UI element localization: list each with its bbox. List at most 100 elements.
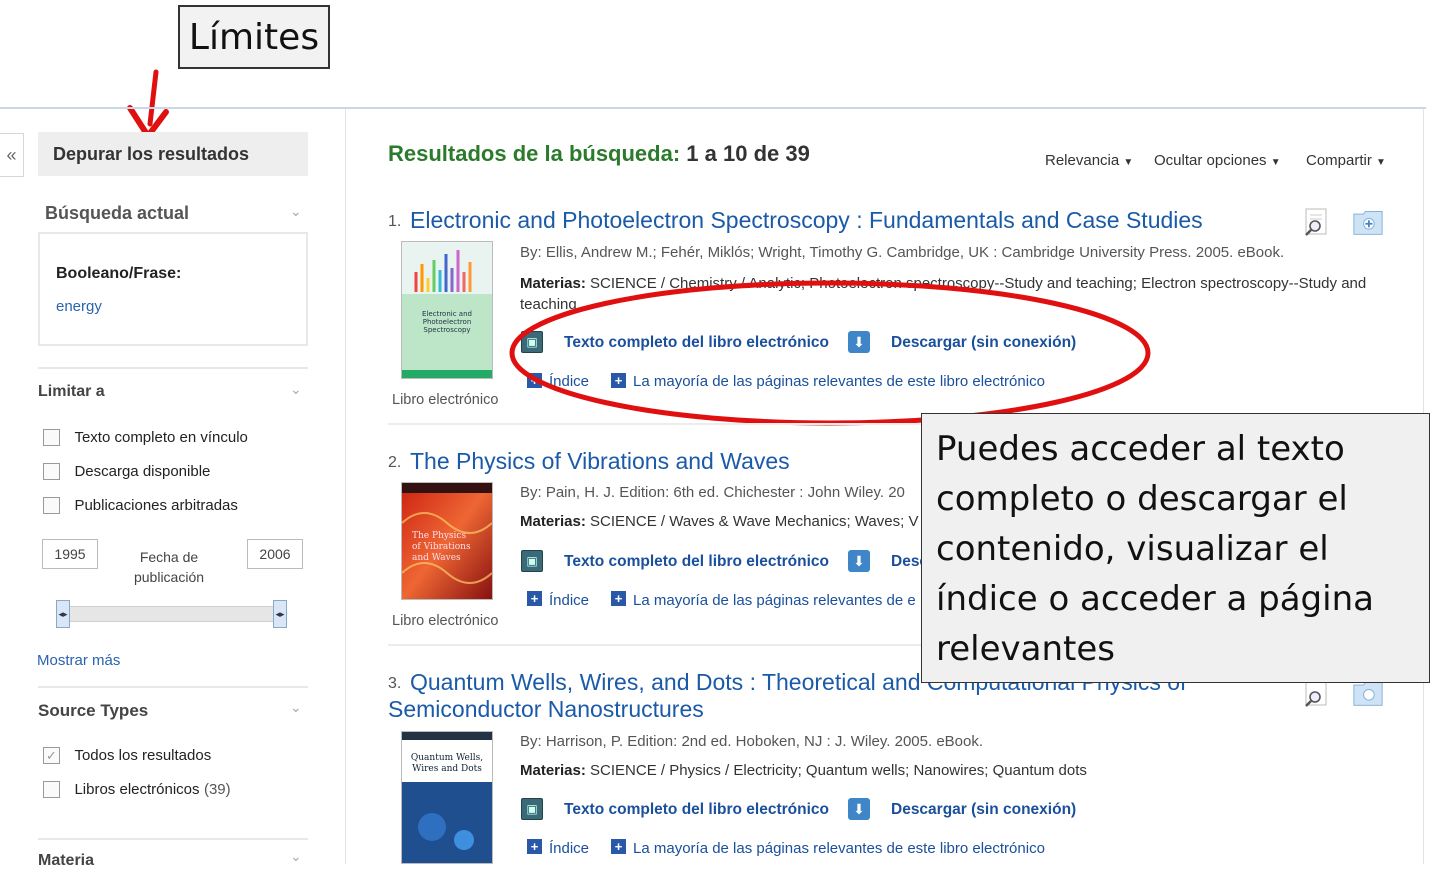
year-to-input[interactable]: 2006 (247, 539, 303, 569)
svg-text:of Vibrations: of Vibrations (412, 542, 471, 552)
source-count: (39) (203, 781, 231, 798)
index-link[interactable]: Índice (549, 840, 589, 857)
expand-plus-icon[interactable]: + (611, 591, 626, 606)
limit-label: Descarga disponible (74, 463, 211, 480)
source-label: Libros electrónicos (74, 781, 200, 798)
source-ebooks[interactable]: Libros electrónicos (39) (43, 781, 231, 799)
subjects-label: Materias: (520, 513, 586, 530)
slider-handle-left[interactable]: ◂▸ (56, 600, 70, 628)
limit-to-title[interactable]: Limitar a (38, 383, 105, 401)
chevron-down-icon[interactable]: ⌄ (290, 381, 302, 398)
full-text-link[interactable]: Texto completo del libro electrónico (564, 801, 829, 819)
index-link[interactable]: Índice (549, 592, 589, 609)
double-chevron-left-icon: « (6, 144, 17, 165)
result-number: 3. (388, 675, 402, 692)
expand-plus-icon[interactable]: + (527, 839, 542, 854)
result-subjects: Materias: SCIENCE / Waves & Wave Mechani… (520, 513, 918, 530)
expand-plus-icon[interactable]: + (527, 591, 542, 606)
caret-down-icon: ▼ (1376, 157, 1386, 168)
svg-text:Electronic and: Electronic and (422, 310, 472, 318)
hide-options-label: Ocultar opciones (1154, 152, 1267, 169)
checkbox[interactable] (43, 429, 60, 447)
source-label: Todos los resultados (74, 747, 212, 764)
date-slider-track[interactable] (62, 606, 280, 622)
relevant-pages-link[interactable]: La mayoría de las páginas relevantes de … (633, 840, 1045, 857)
checkbox[interactable] (43, 497, 60, 515)
result-number: 1. (388, 213, 402, 230)
share-label: Compartir (1306, 152, 1372, 169)
info-callout-text: Puedes acceder al texto completo o desca… (936, 429, 1374, 669)
boolean-label: Booleano/Frase: (56, 265, 182, 282)
limit-full-text[interactable]: Texto completo en vínculo (43, 429, 248, 447)
result-meta: By: Pain, H. J. Edition: 6th ed. Chiches… (520, 484, 905, 501)
results-label: Resultados de la búsqueda: (388, 141, 681, 166)
section-separator (38, 367, 308, 369)
limit-peer-reviewed[interactable]: Publicaciones arbitradas (43, 497, 238, 515)
download-icon[interactable]: ⬇ (848, 798, 870, 820)
ebook-full-text-icon[interactable]: ▣ (521, 550, 543, 572)
svg-text:Quantum Wells,: Quantum Wells, (411, 753, 483, 763)
checkbox-checked[interactable]: ✓ (43, 747, 60, 765)
red-highlight-ellipse (509, 280, 1151, 426)
svg-text:Wires and Dots: Wires and Dots (412, 764, 482, 774)
publication-date-label: Fecha de publicación (110, 547, 228, 587)
results-range: 1 a 10 de 39 (686, 141, 810, 166)
sort-label: Relevancia (1045, 152, 1120, 169)
limits-callout-text: Límites (188, 16, 320, 58)
book-cover-3[interactable]: Quantum Wells, Wires and Dots (401, 731, 493, 864)
show-more-link[interactable]: Mostrar más (37, 652, 120, 669)
results-heading: Resultados de la búsqueda: 1 a 10 de 39 (388, 141, 810, 167)
caret-down-icon: ▼ (1270, 157, 1281, 168)
current-search-box (38, 232, 308, 346)
subject-title[interactable]: Materia (38, 852, 94, 870)
section-separator (38, 686, 308, 688)
preview-magnifier-icon[interactable] (1302, 207, 1332, 237)
limit-download[interactable]: Descarga disponible (43, 463, 210, 481)
book-cover-2[interactable]: The Physics of Vibrations and Waves (401, 482, 493, 600)
result-meta: By: Ellis, Andrew M.; Fehér, Miklós; Wri… (520, 244, 1285, 261)
result-subjects: Materias: SCIENCE / Physics / Electricit… (520, 762, 1087, 779)
download-icon[interactable]: ⬇ (848, 550, 870, 572)
document-type: Libro electrónico (392, 613, 499, 629)
download-link[interactable]: Descargar (sin conexión) (891, 801, 1076, 819)
source-all-results[interactable]: ✓ Todos los resultados (43, 747, 211, 765)
chevron-down-icon[interactable]: ⌄ (290, 203, 302, 220)
expand-plus-icon[interactable]: + (611, 839, 626, 854)
year-from-input[interactable]: 1995 (42, 539, 98, 569)
svg-text:Photoelectron: Photoelectron (423, 318, 472, 326)
section-separator (38, 838, 308, 840)
collapse-sidebar-button[interactable]: « (0, 133, 24, 177)
share-dropdown[interactable]: Compartir ▼ (1306, 152, 1386, 169)
add-to-folder-icon[interactable] (1353, 207, 1383, 237)
ebook-full-text-icon[interactable]: ▣ (521, 798, 543, 820)
result-title-link[interactable]: Electronic and Photoelectron Spectroscop… (410, 207, 1203, 234)
book-cover-1[interactable]: Electronic and Photoelectron Spectroscop… (401, 241, 493, 379)
chevron-down-icon[interactable]: ⌄ (290, 699, 302, 716)
result-title-link[interactable]: The Physics of Vibrations and Waves (410, 448, 790, 475)
hide-options-dropdown[interactable]: Ocultar opciones ▼ (1154, 152, 1281, 169)
result-number: 2. (388, 454, 402, 471)
header-divider (0, 107, 1426, 109)
subjects-text: SCIENCE / Waves & Wave Mechanics; Waves;… (590, 513, 919, 530)
relevant-pages-link[interactable]: La mayoría de las páginas relevantes de … (633, 592, 916, 609)
slider-handle-right[interactable]: ◂▸ (273, 600, 287, 628)
result-title-link-continued[interactable]: Semiconductor Nanostructures (388, 696, 704, 723)
limits-callout: Límites (178, 5, 330, 69)
result-meta: By: Harrison, P. Edition: 2nd ed. Hoboke… (520, 733, 984, 750)
sort-dropdown[interactable]: Relevancia ▼ (1045, 152, 1133, 169)
svg-text:Spectroscopy: Spectroscopy (423, 326, 470, 334)
boolean-term-link[interactable]: energy (56, 298, 102, 315)
checkbox[interactable] (43, 781, 60, 799)
limit-label: Texto completo en vínculo (74, 429, 248, 446)
sidebar-divider (345, 109, 346, 864)
chevron-down-icon[interactable]: ⌄ (290, 848, 302, 865)
source-types-title[interactable]: Source Types (38, 701, 148, 721)
current-search-title[interactable]: Búsqueda actual (45, 203, 189, 224)
refine-results-header: Depurar los resultados (38, 132, 308, 176)
date-label-line: publicación (133, 569, 205, 585)
full-text-link[interactable]: Texto completo del libro electrónico (564, 553, 829, 571)
checkbox[interactable] (43, 463, 60, 481)
info-callout: Puedes acceder al texto completo o desca… (921, 413, 1430, 683)
svg-text:The Physics: The Physics (412, 531, 466, 541)
limit-label: Publicaciones arbitradas (74, 497, 238, 514)
